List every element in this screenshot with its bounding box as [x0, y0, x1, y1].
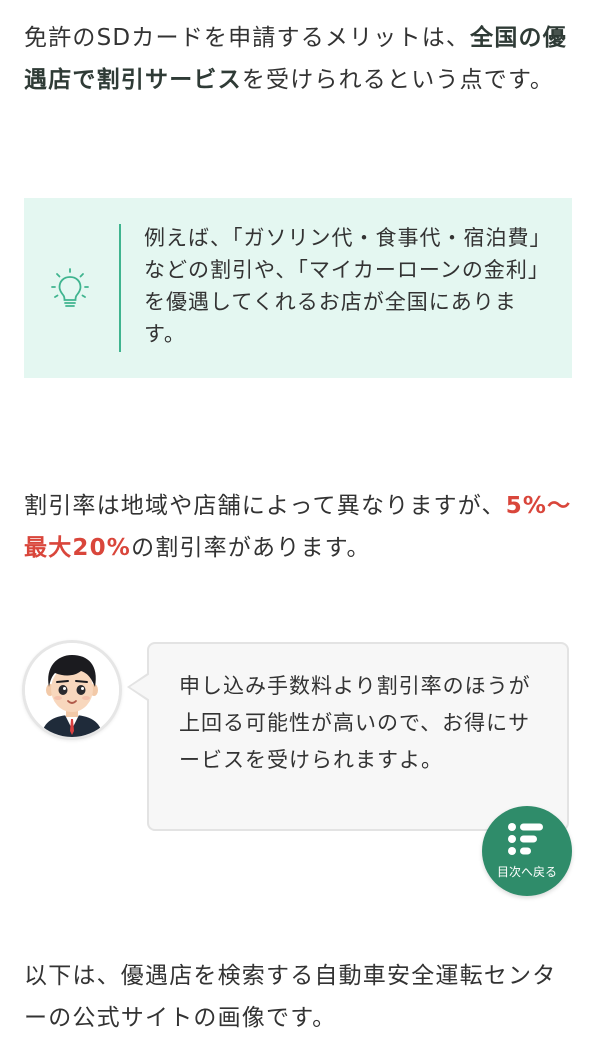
speech-text: 申し込み手数料より割引率のほうが上回る可能性が高いので、お得にサービスを受けられ… [179, 674, 531, 772]
discount-text-1: 割引率は地域や店舗によって異なりますが、 [24, 493, 506, 519]
person-avatar [22, 640, 122, 740]
toc-back-label: 目次へ戻る [496, 865, 557, 879]
intro-text-1: 免許のSDカードを申請するメリットは、 [24, 25, 471, 51]
tip-box: 例えば、「ガソリン代・食事代・宿泊費」などの割引や、「マイカーローンの金利」を優… [24, 198, 572, 378]
speech-bubble: 申し込み手数料より割引率のほうが上回る可能性が高いので、お得にサービスを受けられ… [147, 642, 569, 831]
lightbulb-icon [51, 268, 89, 307]
tip-divider [119, 224, 121, 352]
toc-back-button[interactable]: 目次へ戻る [482, 806, 572, 896]
speech-bubble-tail-fill [130, 674, 150, 700]
tip-text: 例えば、「ガソリン代・食事代・宿泊費」などの割引や、「マイカーローンの金利」を優… [144, 226, 552, 346]
discount-paragraph: 割引率は地域や店舗によって異なりますが、5%〜最大20%の割引率があります。 [24, 485, 572, 569]
intro-paragraph: 免許のSDカードを申請するメリットは、全国の優遇店で割引サービスを受けられるとい… [24, 17, 572, 101]
outro-paragraph: 以下は、優遇店を検索する自動車安全運転センターの公式サイトの画像です。 [24, 963, 557, 1031]
discount-text-2: の割引率があります。 [131, 535, 371, 561]
intro-text-2: を受けられるという点です。 [241, 67, 555, 93]
list-icon [508, 823, 543, 855]
